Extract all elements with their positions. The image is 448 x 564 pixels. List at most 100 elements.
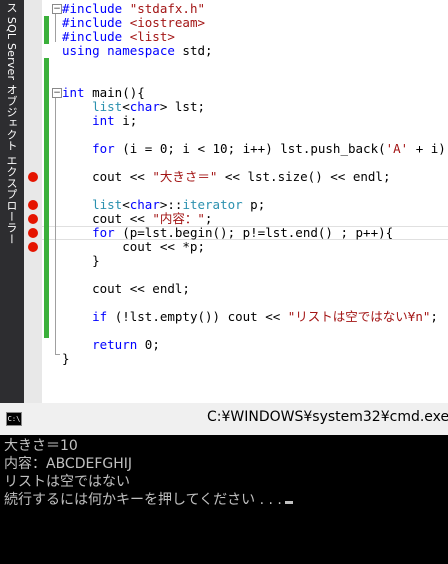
code-line[interactable]: cout << endl;	[42, 281, 448, 296]
code-token: "大きさ＝"	[152, 169, 218, 184]
code-token: iterator	[182, 197, 243, 212]
code-token: for	[92, 225, 123, 240]
code-token: << lst.size() << endl;	[217, 169, 391, 184]
code-token: <iostream>	[129, 15, 205, 30]
console-line: 内容：ABCDEFGHIJ	[4, 455, 293, 473]
change-indicator	[44, 72, 49, 86]
code-line[interactable]: cout << "大きさ＝" << lst.size() << endl;	[42, 169, 448, 184]
code-line[interactable]: int main(){	[42, 85, 448, 100]
code-token: <list>	[129, 29, 175, 44]
code-token: ;	[204, 211, 213, 226]
code-token: return	[92, 337, 145, 352]
cmd-window-title: C:¥WINDOWS¥system32¥cmd.exe	[207, 409, 448, 425]
breakpoint-margin[interactable]	[24, 0, 42, 403]
code-text: for (i = 0; i < 10; i++) lst.push_back('…	[62, 141, 448, 156]
code-text: cout << "内容：";	[62, 211, 212, 226]
change-indicator	[44, 128, 49, 142]
console-line: 続行するには何かキーを押してください . . .	[4, 491, 293, 509]
code-text: int i;	[62, 113, 137, 128]
code-text: cout << endl;	[62, 281, 190, 296]
console-line: 大きさ＝10	[4, 437, 293, 455]
code-text: using namespace std;	[62, 43, 213, 58]
code-text: cout << *p;	[62, 239, 205, 254]
code-line[interactable]: return 0;	[42, 337, 448, 352]
breakpoint-icon[interactable]	[28, 172, 38, 182]
code-token: cout << endl;	[62, 281, 190, 296]
code-token: }	[62, 351, 70, 366]
code-token: ;	[430, 309, 438, 324]
collapse-toggle-icon[interactable]: −	[52, 88, 62, 98]
sql-server-object-explorer-tab[interactable]: ス SQL Server オブジェクト エクスプローラー	[0, 0, 24, 403]
code-token: "stdafx.h"	[129, 1, 205, 16]
console-line: リストは空ではない	[4, 473, 293, 491]
cmd-output[interactable]: 大きさ＝10 内容：ABCDEFGHIJ リストは空ではない 続行するには何かキーを押…	[4, 437, 293, 509]
code-token: (!lst.empty()) cout <<	[114, 309, 288, 324]
code-line[interactable]: }	[42, 253, 448, 268]
breakpoint-icon[interactable]	[28, 214, 38, 224]
code-text: list<char> lst;	[62, 99, 205, 114]
code-token: (i = 0; i < 10; i++) lst.push_back(	[122, 141, 386, 156]
code-token: #include	[62, 1, 130, 16]
change-indicator	[44, 268, 49, 282]
code-token: "内容："	[152, 211, 205, 226]
code-editor[interactable]: #include "stdafx.h" #include <iostream> #i…	[42, 0, 448, 403]
code-text: #include "stdafx.h"	[62, 1, 205, 16]
code-token: char	[129, 99, 160, 114]
code-token: int	[62, 85, 93, 100]
code-text: }	[62, 253, 100, 268]
code-line[interactable]: int i;	[42, 113, 448, 128]
code-line[interactable]: cout << *p;	[42, 239, 448, 254]
code-text: cout << "大きさ＝" << lst.size() << endl;	[62, 169, 390, 184]
code-text: return 0;	[62, 337, 160, 352]
code-line[interactable]: list<char>::iterator p;	[42, 197, 448, 212]
collapse-toggle-icon[interactable]: −	[52, 4, 62, 14]
code-token: #include	[62, 15, 130, 30]
code-text: if (!lst.empty()) cout << "リストは空ではない¥n";	[62, 309, 438, 324]
code-token: std;	[182, 43, 213, 58]
change-indicator	[44, 296, 49, 310]
code-line[interactable]: if (!lst.empty()) cout << "リストは空ではない¥n";	[42, 309, 448, 324]
code-text: int main(){	[62, 85, 145, 100]
code-token: (p=lst.begin(); p!=lst.end() ; p++){	[122, 225, 394, 240]
code-text: }	[62, 351, 70, 366]
code-token: 0;	[144, 337, 160, 352]
code-token: }	[62, 253, 100, 268]
code-token: 'A'	[385, 141, 409, 156]
change-indicator	[44, 184, 49, 198]
code-token: p;	[242, 197, 266, 212]
code-token: >::	[159, 197, 183, 212]
code-line[interactable]: for (i = 0; i < 10; i++) lst.push_back('…	[42, 141, 448, 156]
code-line[interactable]: #include <list>	[42, 29, 448, 44]
code-line[interactable]: }	[42, 351, 448, 366]
code-token: if	[92, 309, 115, 324]
code-token: cout << *p;	[62, 239, 205, 254]
cmd-app-icon[interactable]: C:\	[6, 412, 22, 426]
code-line[interactable]: #include "stdafx.h"	[42, 1, 448, 16]
cmd-titlebar[interactable]: C:\ C:¥WINDOWS¥system32¥cmd.exe	[0, 403, 448, 435]
code-token: for	[92, 141, 123, 156]
code-token: list	[92, 197, 123, 212]
code-line[interactable]: using namespace std;	[42, 43, 448, 58]
code-line[interactable]: cout << "内容：";	[42, 211, 448, 226]
code-token: cout <<	[62, 169, 153, 184]
code-text: #include <list>	[62, 29, 175, 44]
cmd-window[interactable]: C:\ C:¥WINDOWS¥system32¥cmd.exe 大きさ＝10 内容…	[0, 403, 448, 564]
code-line[interactable]: #include <iostream>	[42, 15, 448, 30]
code-token: <	[122, 197, 130, 212]
code-line[interactable]: list<char> lst;	[42, 99, 448, 114]
code-token: int	[92, 113, 123, 128]
breakpoint-icon[interactable]	[28, 242, 38, 252]
console-cursor	[284, 501, 293, 504]
console-text: 続行するには何かキーを押してください . . .	[4, 492, 282, 508]
breakpoint-icon[interactable]	[28, 228, 38, 238]
code-line[interactable]: for (p=lst.begin(); p!=lst.end() ; p++){	[42, 225, 448, 240]
code-token: char	[129, 197, 160, 212]
side-panel-label: ス SQL Server オブジェクト エクスプローラー	[5, 2, 18, 245]
breakpoint-icon[interactable]	[28, 200, 38, 210]
code-token: list	[92, 99, 123, 114]
